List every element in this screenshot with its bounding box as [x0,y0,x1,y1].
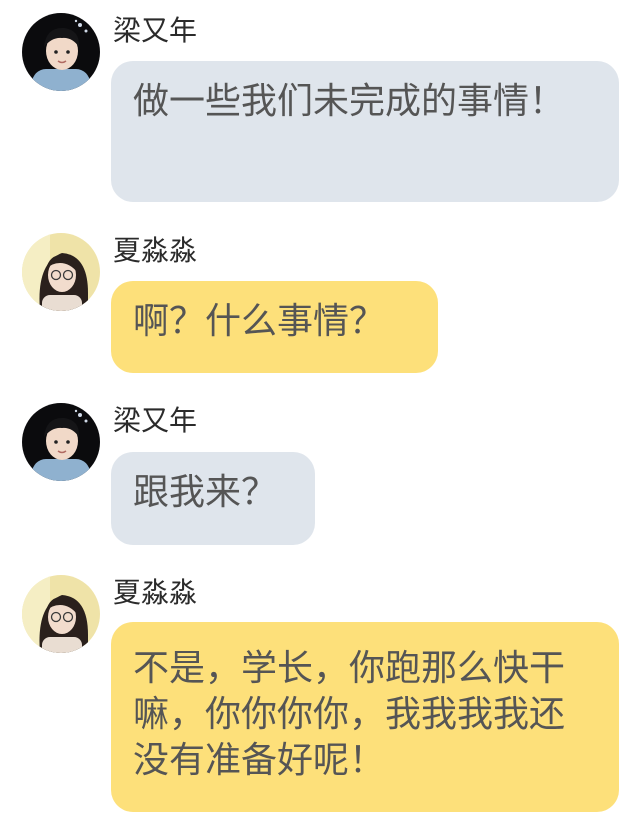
message-bubble[interactable]: 跟我来？ [111,452,315,545]
sender-name: 夏淼淼 [113,234,198,267]
sender-name: 梁又年 [113,404,198,437]
message-bubble[interactable]: 不是，学长，你跑那么快干嘛，你你你你，我我我我还没有准备好呢！ [111,622,619,812]
female-avatar-icon[interactable] [22,575,100,653]
male-avatar-icon[interactable] [22,13,100,91]
female-avatar-icon[interactable] [22,233,100,311]
sender-name: 夏淼淼 [113,576,198,609]
message-bubble[interactable]: 做一些我们未完成的事情！ [111,61,619,202]
sender-name: 梁又年 [113,14,198,47]
male-avatar-icon[interactable] [22,403,100,481]
message-bubble[interactable]: 啊？什么事情？ [111,281,438,373]
